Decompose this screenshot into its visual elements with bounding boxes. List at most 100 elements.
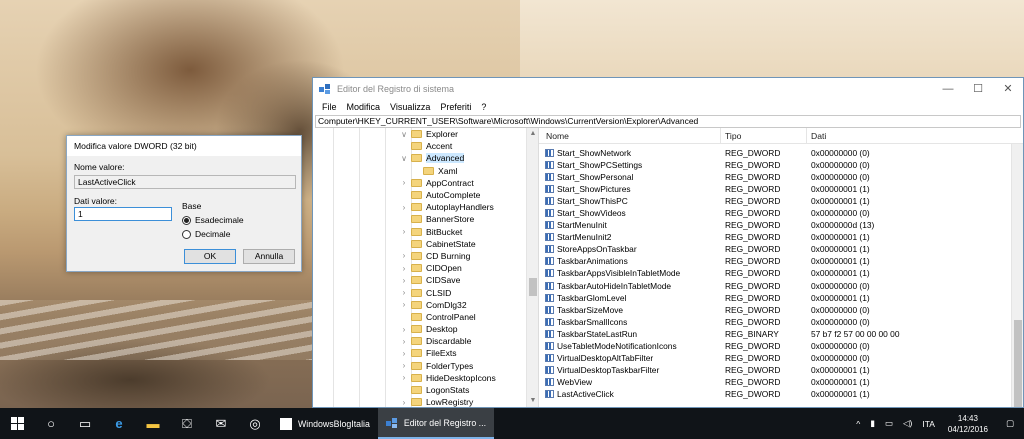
radio-unselected-icon[interactable] bbox=[182, 229, 191, 239]
tree-expander-icon[interactable]: › bbox=[399, 227, 409, 236]
tree-node[interactable]: CabinetState bbox=[399, 238, 496, 250]
clock[interactable]: 14:43 04/12/2016 bbox=[940, 413, 996, 435]
scroll-up-arrow-icon[interactable]: ▲ bbox=[527, 128, 538, 140]
key-tree-pane[interactable]: ∨ Explorer Accent ∨ Advanced Xaml › AppContract… bbox=[313, 128, 539, 407]
tree-expander-icon[interactable]: › bbox=[399, 288, 409, 297]
network-icon[interactable]: ▭ bbox=[880, 418, 898, 429]
close-button[interactable]: ✕ bbox=[993, 78, 1023, 99]
taskbar-app-windowsblogitalia[interactable]: WindowsBlogItalia bbox=[272, 408, 378, 439]
tree-node[interactable]: › BitBucket bbox=[399, 226, 496, 238]
column-type[interactable]: Tipo bbox=[721, 128, 807, 143]
tree-node[interactable]: BannerStore bbox=[399, 213, 496, 225]
registry-value-row[interactable]: StartMenuInit REG_DWORD 0x0000000d (13) bbox=[539, 219, 1023, 231]
tree-node[interactable]: › CIDSave bbox=[399, 274, 496, 286]
registry-value-row[interactable]: TaskbarAppsVisibleInTabletMode REG_DWORD 0… bbox=[539, 267, 1023, 279]
tree-expander-icon[interactable]: › bbox=[399, 264, 409, 273]
tree-node[interactable]: › HideDesktopIcons bbox=[399, 372, 496, 384]
registry-value-row[interactable]: VirtualDesktopAltTabFilter REG_DWORD 0x000… bbox=[539, 352, 1023, 364]
tree-node[interactable]: › AppContract bbox=[399, 177, 496, 189]
action-center-icon[interactable]: ▢ bbox=[996, 418, 1024, 429]
registry-value-row[interactable]: Start_ShowVideos REG_DWORD 0x00000000 (0) bbox=[539, 207, 1023, 219]
radio-selected-icon[interactable] bbox=[182, 215, 191, 225]
registry-value-row[interactable]: TaskbarGlomLevel REG_DWORD 0x00000001 (1) bbox=[539, 292, 1023, 304]
power-icon[interactable]: ▮ bbox=[865, 418, 880, 429]
tree-node[interactable]: › CIDOpen bbox=[399, 262, 496, 274]
tree-node[interactable]: ∨ Advanced bbox=[399, 152, 496, 164]
menu-file[interactable]: File bbox=[317, 102, 342, 112]
address-bar[interactable]: Computer\HKEY_CURRENT_USER\Software\Micr… bbox=[315, 115, 1021, 128]
tree-expander-icon[interactable]: › bbox=[399, 337, 409, 346]
registry-value-row[interactable]: UseTabletModeNotificationIcons REG_DWORD 0… bbox=[539, 340, 1023, 352]
registry-value-row[interactable]: TaskbarStateLastRun REG_BINARY 57 b7 f2 57… bbox=[539, 328, 1023, 340]
tree-expander-icon[interactable]: ∨ bbox=[399, 154, 409, 163]
registry-value-row[interactable]: WebView REG_DWORD 0x00000001 (1) bbox=[539, 376, 1023, 388]
scroll-down-arrow-icon[interactable]: ▼ bbox=[527, 395, 538, 407]
registry-value-row[interactable]: Start_ShowPictures REG_DWORD 0x00000001 (1… bbox=[539, 183, 1023, 195]
registry-value-row[interactable]: TaskbarAnimations REG_DWORD 0x00000001 (1) bbox=[539, 255, 1023, 267]
menu-preferiti[interactable]: Preferiti bbox=[435, 102, 476, 112]
radio-decimal[interactable]: Decimale bbox=[182, 227, 292, 241]
edit-dword-dialog[interactable]: Modifica valore DWORD (32 bit) Nome valo… bbox=[66, 135, 302, 272]
cancel-button[interactable]: Annulla bbox=[243, 249, 295, 264]
values-pane[interactable]: Nome Tipo Dati Start_ShowNetwork REG_DWOR… bbox=[539, 128, 1023, 407]
registry-value-row[interactable]: TaskbarSizeMove REG_DWORD 0x00000000 (0) bbox=[539, 304, 1023, 316]
tree-node[interactable]: ∨ Explorer bbox=[399, 128, 496, 140]
registry-value-row[interactable]: LastActiveClick REG_DWORD 0x00000001 (1) bbox=[539, 388, 1023, 400]
tree-scrollbar[interactable]: ▲ ▼ bbox=[526, 128, 538, 407]
menu-modifica[interactable]: Modifica bbox=[342, 102, 386, 112]
minimize-button[interactable]: — bbox=[933, 78, 963, 99]
registry-value-row[interactable]: Start_ShowNetwork REG_DWORD 0x00000000 (0) bbox=[539, 147, 1023, 159]
input-language[interactable]: ITA bbox=[917, 419, 940, 429]
maximize-button[interactable]: ☐ bbox=[963, 78, 993, 99]
tree-node[interactable]: › Desktop bbox=[399, 323, 496, 335]
registry-value-row[interactable]: StartMenuInit2 REG_DWORD 0x00000001 (1) bbox=[539, 231, 1023, 243]
tree-expander-icon[interactable]: › bbox=[399, 178, 409, 187]
tree-node[interactable]: › FolderTypes bbox=[399, 360, 496, 372]
tree-expander-icon[interactable]: › bbox=[399, 361, 409, 370]
edge-browser-icon[interactable]: e bbox=[102, 408, 136, 439]
mail-icon[interactable]: ✉ bbox=[204, 408, 238, 439]
tree-node[interactable]: ControlPanel bbox=[399, 311, 496, 323]
ok-button[interactable]: OK bbox=[184, 249, 236, 264]
registry-value-row[interactable]: TaskbarSmallIcons REG_DWORD 0x00000000 (0) bbox=[539, 316, 1023, 328]
tree-node[interactable]: › FileExts bbox=[399, 347, 496, 359]
value-data-input[interactable]: 1 bbox=[74, 207, 172, 221]
volume-icon[interactable]: ◁) bbox=[898, 418, 917, 429]
tree-node[interactable]: Xaml bbox=[399, 165, 496, 177]
task-view-icon[interactable]: ▭ bbox=[68, 408, 102, 439]
tree-node[interactable]: › LowRegistry bbox=[399, 396, 496, 407]
tree-expander-icon[interactable]: › bbox=[399, 300, 409, 309]
regedit-titlebar[interactable]: Editor del Registro di sistema — ☐ ✕ bbox=[313, 78, 1023, 99]
regedit-window[interactable]: Editor del Registro di sistema — ☐ ✕ Fil… bbox=[312, 77, 1024, 408]
registry-value-row[interactable]: StoreAppsOnTaskbar REG_DWORD 0x00000001 (1… bbox=[539, 243, 1023, 255]
tree-node[interactable]: › CD Burning bbox=[399, 250, 496, 262]
cortana-search-icon[interactable]: ○ bbox=[34, 408, 68, 439]
registry-value-row[interactable]: Start_ShowPCSettings REG_DWORD 0x00000000 … bbox=[539, 159, 1023, 171]
tree-expander-icon[interactable]: › bbox=[399, 349, 409, 358]
taskbar-app-regedit[interactable]: Editor del Registro ... bbox=[377, 408, 495, 439]
tree-node[interactable]: › AutoplayHandlers bbox=[399, 201, 496, 213]
tree-expander-icon[interactable]: › bbox=[399, 251, 409, 260]
menu-help[interactable]: ? bbox=[476, 102, 491, 112]
registry-value-row[interactable]: Start_ShowPersonal REG_DWORD 0x00000000 (0… bbox=[539, 171, 1023, 183]
tree-node[interactable]: › CLSID bbox=[399, 286, 496, 298]
store-icon[interactable]: ⛋ bbox=[170, 408, 204, 439]
tray-overflow-chevron-icon[interactable]: ^ bbox=[851, 419, 865, 429]
tree-node[interactable]: Accent bbox=[399, 140, 496, 152]
registry-value-row[interactable]: TaskbarAutoHideInTabletMode REG_DWORD 0x00… bbox=[539, 280, 1023, 292]
tree-expander-icon[interactable]: ∨ bbox=[399, 130, 409, 139]
tree-node[interactable]: AutoComplete bbox=[399, 189, 496, 201]
tree-expander-icon[interactable]: › bbox=[399, 398, 409, 407]
values-scroll-thumb[interactable] bbox=[1014, 320, 1022, 407]
tree-expander-icon[interactable]: › bbox=[399, 373, 409, 382]
registry-value-row[interactable]: Start_ShowThisPC REG_DWORD 0x00000001 (1) bbox=[539, 195, 1023, 207]
tree-expander-icon[interactable]: › bbox=[399, 203, 409, 212]
tree-node[interactable]: LogonStats bbox=[399, 384, 496, 396]
tree-node[interactable]: › Discardable bbox=[399, 335, 496, 347]
tree-expander-icon[interactable]: › bbox=[399, 276, 409, 285]
tree-node[interactable]: › ComDlg32 bbox=[399, 299, 496, 311]
start-windows-icon[interactable] bbox=[0, 408, 34, 439]
column-name[interactable]: Nome bbox=[539, 128, 721, 143]
radio-hexadecimal[interactable]: Esadecimale bbox=[182, 213, 292, 227]
file-explorer-icon[interactable]: ▬ bbox=[136, 408, 170, 439]
